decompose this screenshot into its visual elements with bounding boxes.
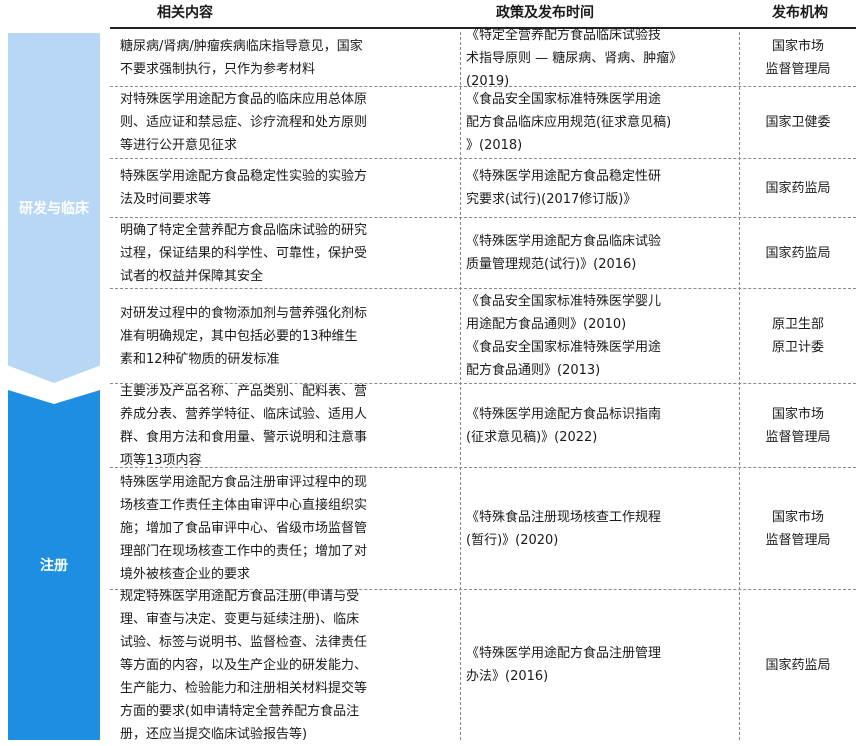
row-agency: 原卫生部 原卫计委 <box>771 317 824 355</box>
header-agency: 发布机构 <box>772 5 828 21</box>
table-row: 糖尿病/肾病/肿瘤疾病临床指导意见，国家 不要求强制执行，只作为参考材料 《特定… <box>110 28 856 89</box>
row-policy: 《特殊医学用途配方食品注册管理 办法》(2016) <box>466 646 662 684</box>
row-content: 特殊医学用途配方食品稳定性实验的实验方 法及时间要求等 <box>120 169 368 207</box>
header-content: 相关内容 <box>157 5 213 21</box>
row-policy: 《特殊医学用途配方食品稳定性研 究要求(试行)(2017修订版)》 <box>466 169 662 207</box>
row-agency: 国家药监局 <box>765 245 831 261</box>
row-agency: 国家市场 监督管理局 <box>765 39 831 77</box>
table-row: 规定特殊医学用途配方食品注册(申请与受 理、审查与决定、变更与延续注册)、临床 … <box>110 589 856 742</box>
table-row: 明确了特定全营养配方食品临床试验的研究 过程，保证结果的科学性、可靠性，保护受 … <box>110 218 856 289</box>
category-rd-label: 研发与临床 <box>19 201 89 217</box>
row-agency: 国家卫健委 <box>765 115 831 130</box>
row-content: 明确了特定全营养配方食品临床试验的研究 过程，保证结果的科学性、可靠性，保护受 … <box>120 222 368 284</box>
row-content: 对研发过程中的食物添加剂与营养强化剂标 准有明确规定，其中包括必要的13种维生 … <box>120 305 368 367</box>
row-policy: 《特殊医学用途配方食品标识指南 (征求意见稿)》(2022) <box>466 406 662 445</box>
row-content: 主要涉及产品名称、产品类别、配料表、营 养成分表、营养学特征、临床试验、适用人 … <box>120 383 368 468</box>
row-policy: 《食品安全国家标准特殊医学用途 配方食品临床应用规范(征求意见稿) 》(2018… <box>466 92 672 153</box>
row-content: 特殊医学用途配方食品注册审评过程中的现 场核查工作责任主体由审评中心直接组织实 … <box>120 475 368 582</box>
row-agency: 国家市场 监督管理局 <box>765 406 831 445</box>
category-registration: 注册 <box>8 390 100 740</box>
row-content: 对特殊医学用途配方食品的临床应用总体原 则、适应证和禁忌症、诊疗流程和处方原则 … <box>120 92 368 153</box>
category-reg-label: 注册 <box>40 558 68 574</box>
row-policy: 《食品安全国家标准特殊医学婴儿 用途配方食品通则》(2010) 《食品安全国家标… <box>466 294 662 378</box>
table-row: 特殊医学用途配方食品稳定性实验的实验方 法及时间要求等 《特殊医学用途配方食品稳… <box>110 159 856 218</box>
row-policy: 《特殊食品注册现场核查工作规程 (暂行)》(2020) <box>466 509 662 548</box>
row-agency: 国家药监局 <box>765 180 831 196</box>
row-policy: 《特定全营养配方食品临床试验技 术指导原则 — 糖尿病、肾病、肿瘤》 (2019… <box>466 27 683 89</box>
row-agency: 国家市场 监督管理局 <box>765 509 831 548</box>
table-row: 对特殊医学用途配方食品的临床应用总体原 则、适应证和禁忌症、诊疗流程和处方原则 … <box>110 87 856 159</box>
row-content: 糖尿病/肾病/肿瘤疾病临床指导意见，国家 不要求强制执行，只作为参考材料 <box>120 39 363 77</box>
row-policy: 《特殊医学用途配方食品临床试验 质量管理规范(试行)》(2016) <box>466 234 662 272</box>
table-row: 特殊医学用途配方食品注册审评过程中的现 场核查工作责任主体由审评中心直接组织实 … <box>110 468 856 590</box>
category-rd-clinical: 研发与临床 <box>8 33 100 383</box>
table-row: 对研发过程中的食物添加剂与营养强化剂标 准有明确规定，其中包括必要的13种维生 … <box>110 289 856 384</box>
row-agency: 国家药监局 <box>765 657 831 673</box>
table-row: 主要涉及产品名称、产品类别、配料表、营 养成分表、营养学特征、临床试验、适用人 … <box>110 384 856 468</box>
row-content: 规定特殊医学用途配方食品注册(申请与受 理、审查与决定、变更与延续注册)、临床 … <box>120 588 368 742</box>
